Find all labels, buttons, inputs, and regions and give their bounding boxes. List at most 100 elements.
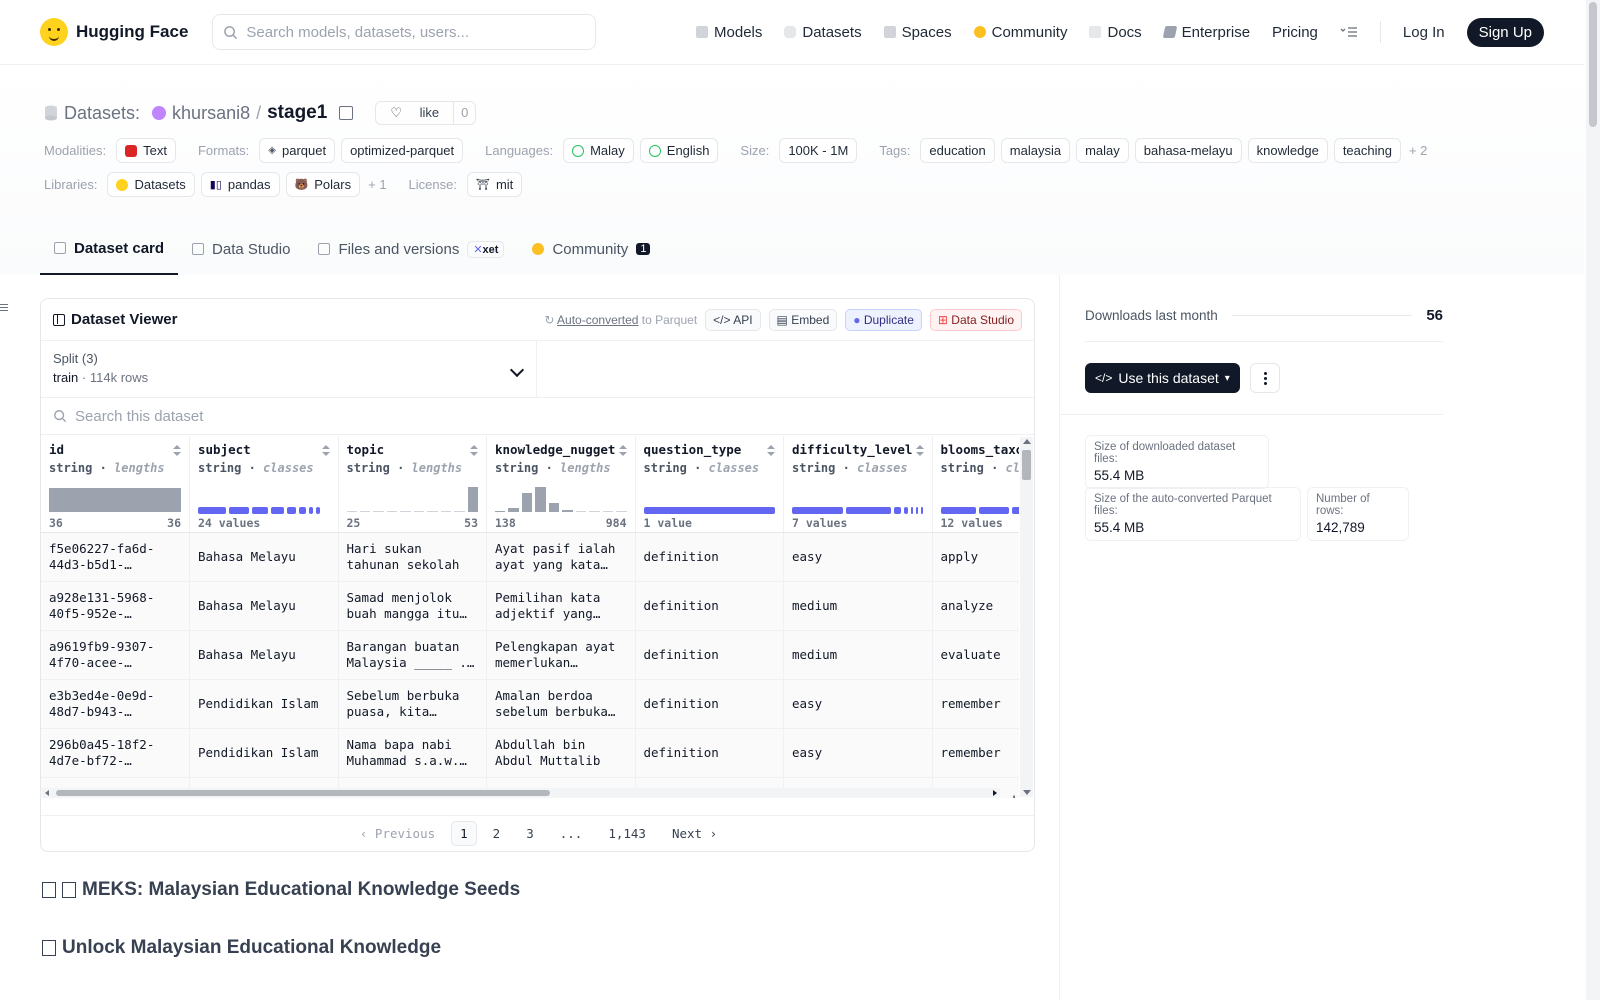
previous-page-button[interactable]: ‹ Previous (350, 822, 445, 845)
table-cell-knowledge-nugget[interactable]: Abdullah bin Abdul Muttalib adalah… (486, 728, 636, 778)
scroll-down-arrow-icon[interactable] (1023, 790, 1031, 795)
tab-community[interactable]: Community 1 (518, 223, 664, 275)
table-cell-topic[interactable]: Hari sukan tahunan sekolah telah… (338, 532, 487, 582)
auto-converted-link[interactable]: ↻ Auto-converted to Parquet (544, 313, 697, 327)
duplicate-button[interactable]: ● Duplicate (845, 308, 922, 331)
table-cell-subject[interactable]: Pendidikan Islam (189, 728, 339, 778)
table-cell-topic[interactable]: Sebelum berbuka puasa, kita… (338, 679, 487, 729)
class-segment[interactable] (940, 507, 977, 514)
histogram-bar[interactable] (359, 511, 371, 512)
sidebar-toggle-icon[interactable] (0, 302, 8, 313)
tag-malay[interactable]: malay (1076, 138, 1129, 163)
tag-knowledge[interactable]: knowledge (1247, 138, 1328, 163)
scroll-left-arrow-icon[interactable] (45, 790, 49, 796)
histogram-bar[interactable] (454, 511, 465, 512)
table-row[interactable]: e3b3ed4e-0e9d-48d7-b943-… Pendidikan Isla… (41, 679, 1019, 729)
table-cell-difficulty-level[interactable]: easy (783, 679, 933, 729)
histogram-bar[interactable] (467, 486, 479, 512)
class-segment[interactable] (904, 507, 908, 514)
tag-library-datasets[interactable]: Datasets (107, 172, 195, 197)
table-cell-knowledge-nugget[interactable]: Amalan berdoa sebelum berbuka… (486, 679, 636, 729)
repo-name[interactable]: stage1 (267, 102, 327, 124)
table-cell-id[interactable]: a928e131-5968-40f5-952e-… (41, 581, 190, 631)
table-cell-difficulty-level[interactable]: easy (783, 728, 933, 778)
tag-library-polars[interactable]: 🐻 Polars (285, 172, 361, 197)
class-segment[interactable] (915, 507, 919, 514)
class-segment[interactable] (316, 507, 320, 514)
histogram-bar[interactable] (575, 511, 587, 512)
tag-license-mit[interactable]: ⛩ mit (466, 172, 523, 197)
table-cell-difficulty-level[interactable]: medium (783, 630, 933, 680)
page-1-button[interactable]: 1 (451, 821, 477, 846)
global-search-input[interactable] (246, 23, 577, 41)
class-segment[interactable] (299, 507, 306, 514)
table-cell-id[interactable]: a9619fb9-9307-4f70-acee-… (41, 630, 190, 680)
table-cell-knowledge-nugget[interactable]: Pemilihan kata adjektif yang… (486, 581, 636, 631)
histogram-bar[interactable] (386, 511, 398, 512)
tag-malaysia[interactable]: malaysia (1000, 138, 1071, 163)
class-segment[interactable] (228, 507, 249, 514)
table-cell-knowledge-nugget[interactable]: Pelengkapan ayat memerlukan… (486, 630, 636, 680)
next-page-button[interactable]: Next › (662, 822, 727, 845)
tag-size[interactable]: 100K - 1M (779, 138, 858, 163)
table-cell-topic[interactable]: Samad menjolok buah mangga itu… (338, 581, 487, 631)
column-header-knowledge-nugget[interactable]: knowledge_nugget string · lengths 138 984 (486, 436, 636, 533)
class-segment[interactable] (792, 507, 844, 514)
data-studio-button[interactable]: ⊞ Data Studio (929, 308, 1022, 331)
class-segment[interactable] (846, 507, 892, 514)
split-select[interactable]: Split (3) train · 114k rows (41, 341, 537, 397)
table-cell-subject[interactable]: Pendidikan Islam (189, 679, 339, 729)
tag-format-parquet[interactable]: ◈ parquet (259, 138, 336, 163)
table-cell-topic[interactable]: Barangan buatan Malaysia _____ .… (338, 630, 487, 680)
sort-icon[interactable] (767, 445, 775, 457)
page-scrollbar[interactable] (1586, 0, 1600, 1000)
copy-icon[interactable] (339, 106, 354, 120)
tag-bahasa-melayu[interactable]: bahasa-melayu (1134, 138, 1242, 163)
table-cell-difficulty-level[interactable]: medium (783, 581, 933, 631)
histogram-bar[interactable] (427, 511, 438, 512)
table-cell-knowledge-nugget[interactable]: Ayat pasif ialah ayat yang kata… (486, 532, 636, 582)
class-segment[interactable] (198, 507, 226, 514)
column-header-difficulty-level[interactable]: difficulty_level string · classes 7 values (783, 436, 933, 533)
table-cell-difficulty-level[interactable]: easy (783, 532, 933, 582)
class-segment[interactable] (921, 507, 924, 514)
column-header-id[interactable]: id string · lengths 36 36 (41, 436, 190, 533)
histogram-bar[interactable] (495, 510, 506, 512)
more-options-button[interactable] (1250, 363, 1280, 393)
histogram-bar[interactable] (616, 511, 627, 512)
histogram-bar[interactable] (400, 511, 411, 512)
table-cell-question-type[interactable]: definition (635, 630, 784, 680)
scroll-up-arrow-icon[interactable] (1023, 439, 1031, 444)
histogram-bar[interactable] (589, 511, 600, 512)
sort-icon[interactable] (321, 445, 330, 457)
table-cell-question-type[interactable]: definition (635, 679, 784, 729)
table-cell-subject[interactable]: Bahasa Melayu (189, 532, 339, 582)
table-row[interactable]: a928e131-5968-40f5-952e-… Bahasa Melayu Sa… (41, 581, 1019, 631)
like-button[interactable]: ♡ like 0 (375, 101, 477, 125)
nav-pricing[interactable]: Pricing (1272, 24, 1318, 41)
column-header-subject[interactable]: subject string · classes 24 values (189, 436, 339, 533)
tag-library-pandas[interactable]: ▮▯ pandas (200, 172, 280, 197)
table-cell-blooms-taxonomy[interactable]: remember (932, 679, 1019, 729)
sort-icon[interactable] (470, 445, 478, 457)
libraries-more[interactable]: + 1 (368, 177, 386, 192)
table-cell-question-type[interactable]: definition (635, 728, 784, 778)
tag-modality-text[interactable]: Text (116, 138, 176, 163)
histogram-bar[interactable] (548, 503, 560, 512)
table-cell-question-type[interactable]: definition (635, 532, 784, 582)
table-horizontal-scrollbar[interactable] (42, 788, 1000, 798)
api-button[interactable]: </> API (705, 308, 761, 331)
dataset-search[interactable] (41, 398, 1034, 435)
table-cell-blooms-taxonomy[interactable]: analyze (932, 581, 1019, 631)
owner-avatar[interactable] (152, 106, 167, 120)
class-segment[interactable] (643, 507, 775, 514)
histogram-bar[interactable] (346, 511, 357, 512)
class-segment[interactable] (910, 507, 913, 514)
tag-language-english[interactable]: English (639, 138, 719, 163)
histogram-bar[interactable] (602, 511, 614, 512)
histogram-bar[interactable] (49, 488, 181, 512)
histogram-bar[interactable] (508, 508, 519, 512)
global-search[interactable] (212, 14, 597, 50)
sort-icon[interactable] (173, 445, 181, 457)
sort-icon[interactable] (915, 445, 924, 457)
